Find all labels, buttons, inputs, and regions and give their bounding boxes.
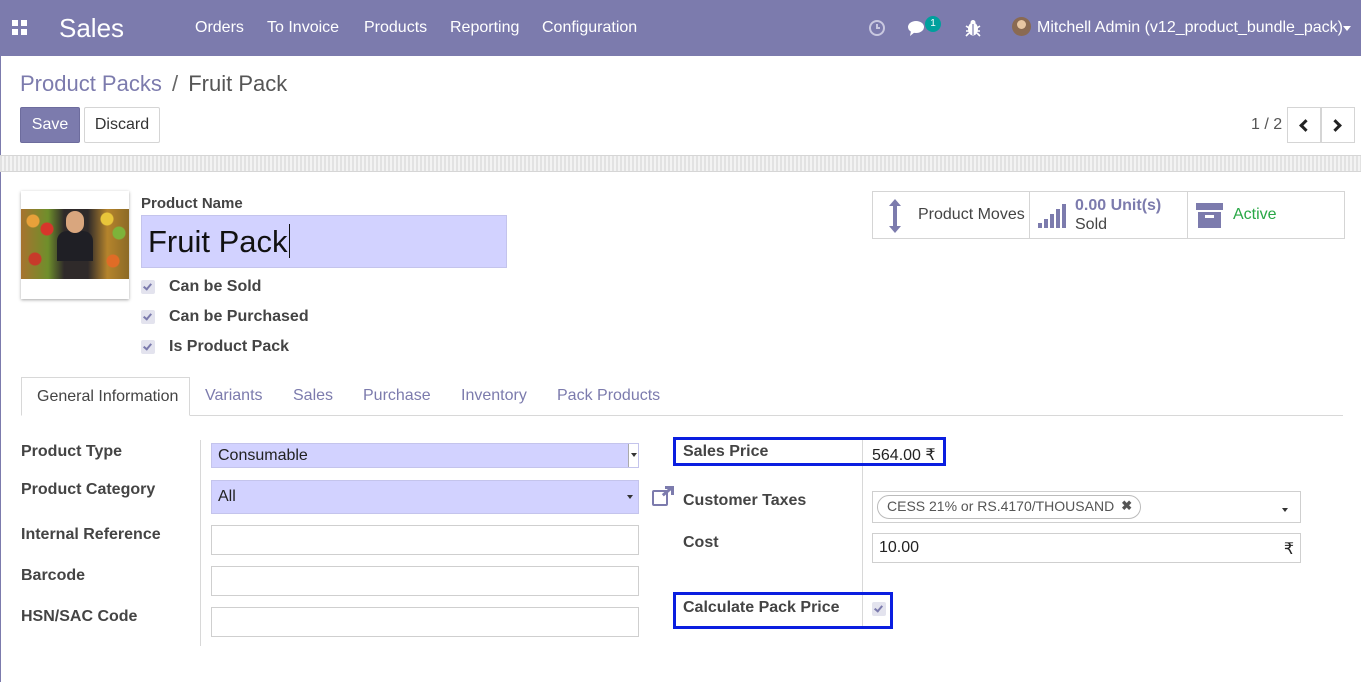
tab-purchase[interactable]: Purchase <box>363 387 431 405</box>
internal-reference-label: Internal Reference <box>21 526 161 543</box>
chevron-down-icon <box>631 453 637 457</box>
sold-value: 0.00 Unit(s) <box>1075 197 1162 214</box>
tab-inventory[interactable]: Inventory <box>461 387 527 405</box>
barcode-input[interactable] <box>211 566 639 596</box>
product-type-spinner <box>628 444 638 467</box>
menu-to-invoice[interactable]: To Invoice <box>267 19 339 37</box>
chevron-left-icon <box>1299 119 1312 132</box>
user-name: Mitchell Admin (v12_product_bundle_pack) <box>1037 19 1343 36</box>
tabs-underline <box>21 415 1343 416</box>
menu-configuration[interactable]: Configuration <box>542 19 637 37</box>
external-link-icon[interactable] <box>652 486 674 506</box>
form-sheet-separator <box>0 155 1361 172</box>
sales-price-label: Sales Price <box>683 443 769 460</box>
cost-input[interactable]: 10.00 ₹ <box>872 533 1301 563</box>
tab-general-information-label: General Information <box>37 388 179 405</box>
remove-tag-icon[interactable]: ✖ <box>1121 498 1132 514</box>
text-cursor <box>288 224 290 258</box>
left-column-separator <box>200 440 201 646</box>
menu-reporting[interactable]: Reporting <box>450 19 519 37</box>
calculate-pack-price-checkbox[interactable] <box>872 602 886 616</box>
save-button[interactable]: Save <box>20 107 80 143</box>
product-name-label: Product Name <box>141 195 243 212</box>
product-image[interactable] <box>21 191 129 299</box>
bug-icon[interactable] <box>965 19 981 37</box>
product-category-label: Product Category <box>21 481 156 498</box>
currency-symbol: ₹ <box>1283 541 1294 558</box>
can-be-sold-label: Can be Sold <box>169 278 262 295</box>
discard-button[interactable]: Discard <box>84 107 160 143</box>
breadcrumb-separator: / <box>171 71 179 96</box>
app-name[interactable]: Sales <box>59 13 124 44</box>
message-count-badge: 1 <box>925 16 941 32</box>
is-product-pack-checkbox[interactable] <box>141 340 155 354</box>
page-left-border <box>0 56 1 682</box>
customer-taxes-label: Customer Taxes <box>683 492 807 509</box>
barcode-label: Barcode <box>21 567 86 584</box>
smart-buttons: Product Moves 0.00 Unit(s) Sold Active <box>872 191 1345 239</box>
product-name-input[interactable]: Fruit Pack <box>141 215 507 268</box>
active-toggle-button[interactable]: Active <box>1188 192 1344 238</box>
internal-reference-input[interactable] <box>211 525 639 555</box>
calculate-pack-price-label: Calculate Pack Price <box>683 599 840 616</box>
sold-label: Sold <box>1075 216 1108 233</box>
tax-tag-label: CESS 21% or RS.4170/THOUSAND <box>887 498 1115 514</box>
product-category-select[interactable]: All <box>211 480 639 514</box>
cost-label: Cost <box>683 534 719 551</box>
hsn-sac-code-label: HSN/SAC Code <box>21 608 138 625</box>
pager-value[interactable]: 1 / 2 <box>1251 116 1282 134</box>
chevron-right-icon <box>1329 119 1342 132</box>
menu-orders[interactable]: Orders <box>195 19 244 37</box>
menu-products[interactable]: Products <box>364 19 427 37</box>
chevron-down-icon[interactable] <box>1282 508 1288 512</box>
chevron-down-icon <box>627 495 633 499</box>
breadcrumb: Product Packs / Fruit Pack <box>20 71 287 97</box>
tab-pack-products[interactable]: Pack Products <box>557 387 660 405</box>
pager-previous-button[interactable] <box>1287 107 1321 143</box>
tab-variants[interactable]: Variants <box>205 387 263 405</box>
archive-icon <box>1196 203 1223 228</box>
active-label: Active <box>1233 206 1277 223</box>
tab-general-information[interactable]: General Information <box>21 377 190 416</box>
chevron-down-icon <box>1343 26 1351 31</box>
product-category-value: All <box>218 488 236 505</box>
product-type-value: Consumable <box>218 447 308 464</box>
sold-button[interactable]: 0.00 Unit(s) Sold <box>1030 192 1188 238</box>
product-type-label: Product Type <box>21 443 123 460</box>
cost-value: 10.00 <box>879 539 920 556</box>
tab-sales[interactable]: Sales <box>293 387 333 405</box>
product-moves-label: Product Moves <box>918 206 1025 223</box>
clock-icon[interactable] <box>868 19 886 37</box>
signal-bars-icon <box>1038 204 1066 228</box>
pager-next-button[interactable] <box>1321 107 1355 143</box>
apps-grid-icon[interactable] <box>12 20 28 36</box>
breadcrumb-parent[interactable]: Product Packs <box>20 71 162 96</box>
hsn-sac-code-input[interactable] <box>211 607 639 637</box>
can-be-sold-checkbox[interactable] <box>141 280 155 294</box>
sales-price-value[interactable]: 564.00 ₹ <box>872 445 936 465</box>
top-navbar: Sales Orders To Invoice Products Reporti… <box>0 0 1361 56</box>
can-be-purchased-label: Can be Purchased <box>169 308 309 325</box>
arrows-vertical-icon <box>889 199 901 233</box>
user-avatar <box>1012 17 1031 36</box>
product-type-select[interactable]: Consumable <box>211 443 639 468</box>
can-be-purchased-checkbox[interactable] <box>141 310 155 324</box>
product-moves-button[interactable]: Product Moves <box>873 192 1030 238</box>
tax-tag[interactable]: CESS 21% or RS.4170/THOUSAND ✖ <box>877 495 1142 519</box>
product-name-value: Fruit Pack <box>148 224 288 259</box>
breadcrumb-current: Fruit Pack <box>188 71 288 96</box>
is-product-pack-label: Is Product Pack <box>169 338 290 355</box>
